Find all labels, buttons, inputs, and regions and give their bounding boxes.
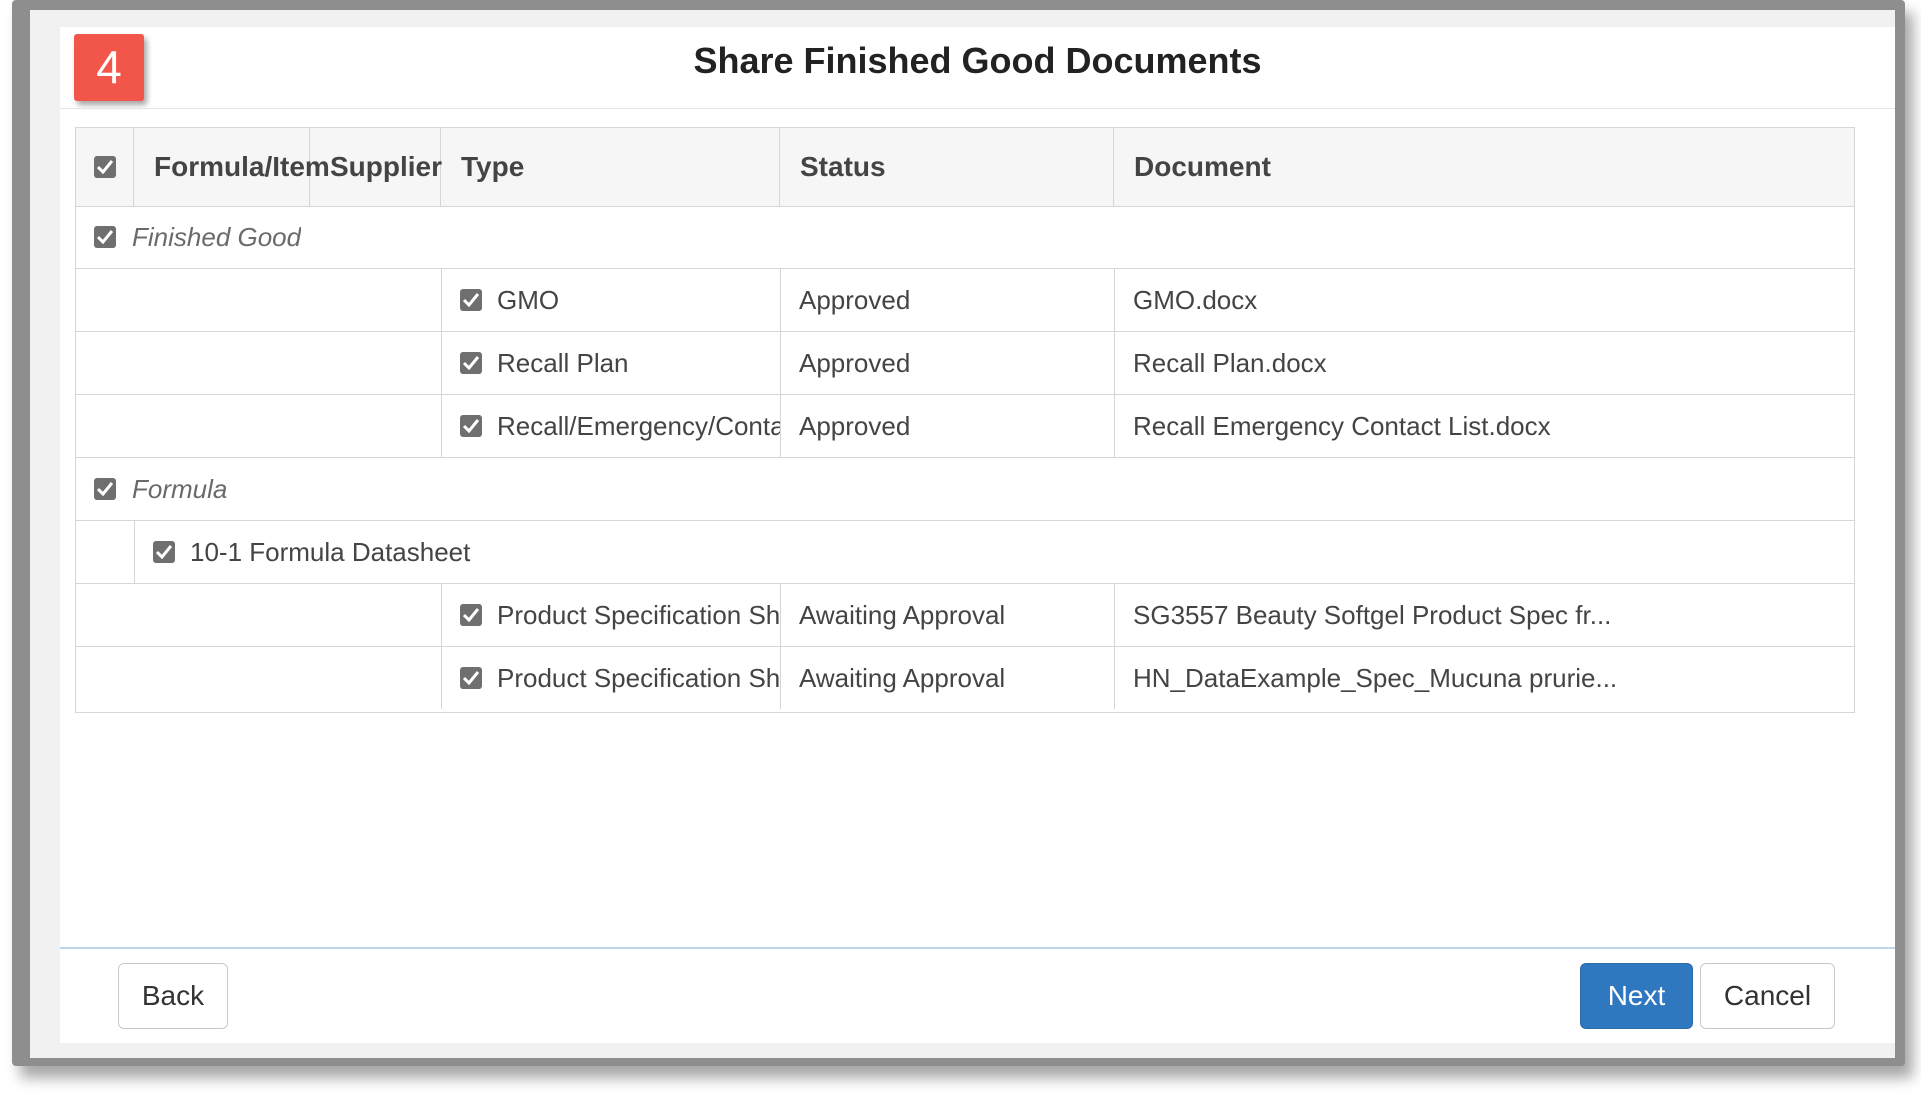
col-type[interactable]: Type xyxy=(441,128,780,206)
table-row[interactable]: Recall Plan Approved Recall Plan.docx xyxy=(76,332,1854,395)
status-cell: Awaiting Approval xyxy=(780,647,1114,709)
table-row[interactable]: Product Specification Sheet Awaiting App… xyxy=(76,647,1854,710)
footer-divider xyxy=(60,947,1895,949)
group-label: Formula xyxy=(132,474,228,504)
cancel-button[interactable]: Cancel xyxy=(1700,963,1835,1029)
group-label: Finished Good xyxy=(132,222,302,252)
row-checkbox-icon[interactable] xyxy=(460,667,482,689)
col-document[interactable]: Document xyxy=(1114,128,1856,206)
col-formula-item[interactable]: Formula/Item xyxy=(134,128,330,206)
document-cell[interactable]: HN_DataExample_Spec_Mucuna prurie... xyxy=(1114,647,1856,709)
document-cell[interactable]: Recall Emergency Contact List.docx xyxy=(1114,395,1856,457)
document-cell[interactable]: SG3557 Beauty Softgel Product Spec fr... xyxy=(1114,584,1856,646)
table-row[interactable]: GMO Approved GMO.docx xyxy=(76,269,1854,332)
table-row[interactable]: Product Specification Sheet Awaiting App… xyxy=(76,584,1854,647)
row-checkbox-icon[interactable] xyxy=(460,352,482,374)
documents-table: Formula/Item Supplier Type Status Docume… xyxy=(75,127,1855,713)
row-checkbox-icon[interactable] xyxy=(460,604,482,626)
type-cell: Product Specification Sheet xyxy=(441,647,780,709)
subgroup-cell: 10-1 Formula Datasheet xyxy=(134,521,1856,583)
subgroup-row-formula-datasheet[interactable]: 10-1 Formula Datasheet xyxy=(76,521,1854,584)
table-header: Formula/Item Supplier Type Status Docume… xyxy=(76,128,1854,207)
type-label: Product Specification Sheet xyxy=(497,663,780,693)
type-label: Recall Plan xyxy=(497,348,629,378)
type-cell: GMO xyxy=(441,269,780,331)
select-all-checkbox-icon[interactable] xyxy=(94,156,116,178)
type-cell: Product Specification Sheet xyxy=(441,584,780,646)
col-supplier[interactable]: Supplier xyxy=(310,128,442,206)
type-label: Recall/Emergency/Contact List xyxy=(497,411,780,441)
row-checkbox-icon[interactable] xyxy=(460,289,482,311)
select-all-cell xyxy=(76,128,134,206)
back-button[interactable]: Back xyxy=(118,963,228,1029)
status-cell: Approved xyxy=(780,332,1114,394)
subgroup-label: 10-1 Formula Datasheet xyxy=(190,537,471,567)
status-cell: Approved xyxy=(780,269,1114,331)
document-cell[interactable]: Recall Plan.docx xyxy=(1114,332,1856,394)
type-label: GMO xyxy=(497,285,560,315)
group-row-formula[interactable]: Formula xyxy=(76,458,1854,521)
table-row[interactable]: Recall/Emergency/Contact List Approved R… xyxy=(76,395,1854,458)
group-row-finished-good[interactable]: Finished Good xyxy=(76,206,1854,269)
type-cell: Recall/Emergency/Contact List xyxy=(441,395,780,457)
dialog-title: Share Finished Good Documents xyxy=(693,40,1262,81)
type-label: Product Specification Sheet xyxy=(497,600,780,630)
type-cell: Recall Plan xyxy=(441,332,780,394)
col-status[interactable]: Status xyxy=(780,128,1114,206)
row-checkbox-icon[interactable] xyxy=(460,415,482,437)
next-button[interactable]: Next xyxy=(1580,963,1693,1029)
document-cell[interactable]: GMO.docx xyxy=(1114,269,1856,331)
status-cell: Approved xyxy=(780,395,1114,457)
title-divider xyxy=(60,108,1895,109)
group-checkbox-icon[interactable] xyxy=(94,478,116,500)
group-checkbox-icon[interactable] xyxy=(94,226,116,248)
status-cell: Awaiting Approval xyxy=(780,584,1114,646)
subgroup-checkbox-icon[interactable] xyxy=(153,541,175,563)
